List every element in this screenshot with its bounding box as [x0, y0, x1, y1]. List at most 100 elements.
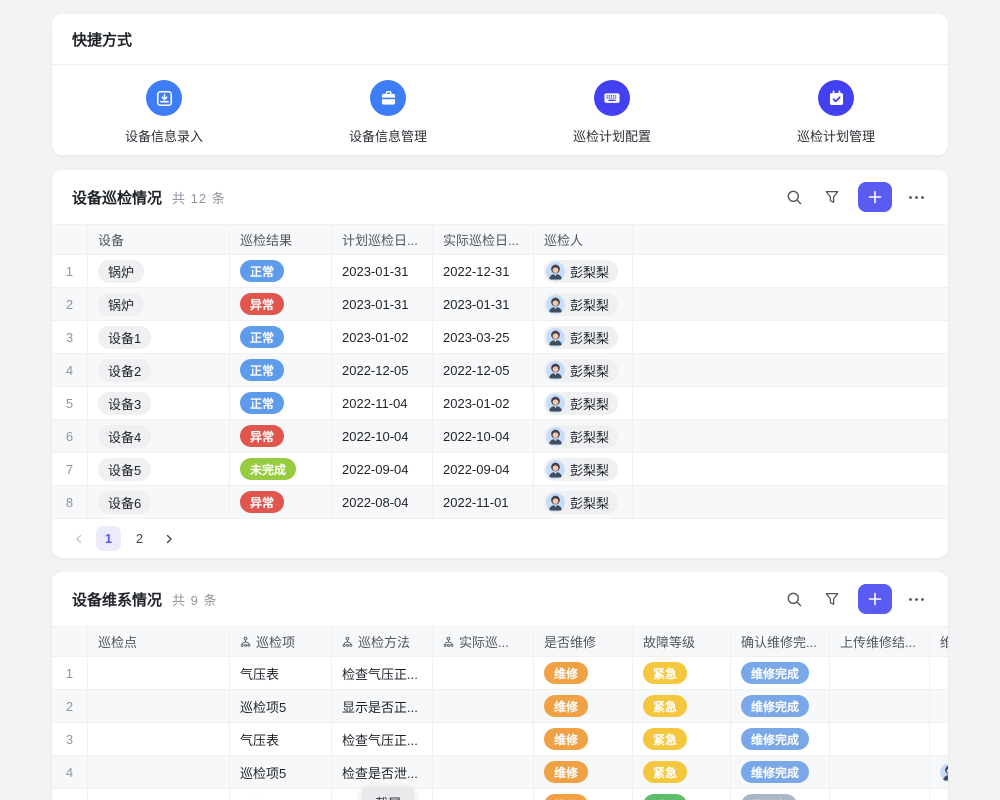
header-column[interactable]: 确认维修完...: [731, 627, 830, 656]
device-cell[interactable]: 设备2: [88, 354, 230, 386]
table-row[interactable]: 2 锅炉 异常 2023-01-31 2023-01-31 彭梨梨: [52, 288, 948, 321]
confirm-cell[interactable]: 维修完成: [731, 723, 830, 755]
inspector-cell[interactable]: 彭梨梨: [534, 321, 633, 353]
actual-date-cell[interactable]: 2022-09-04: [433, 453, 534, 485]
table-row[interactable]: 4 巡检项5 检查是否泄... 维修 紧急 维修完成: [52, 756, 948, 789]
level-cell[interactable]: 紧急: [633, 657, 731, 689]
actual-date-cell[interactable]: 2023-03-25: [433, 321, 534, 353]
search-icon[interactable]: [780, 183, 808, 211]
level-cell[interactable]: 紧急: [633, 756, 731, 788]
device-cell[interactable]: 设备1: [88, 321, 230, 353]
table-row[interactable]: 6 设备4 异常 2022-10-04 2022-10-04 彭梨梨: [52, 420, 948, 453]
more-icon[interactable]: [902, 183, 930, 211]
assignee-cell[interactable]: [930, 789, 948, 800]
table-row[interactable]: 1 锅炉 正常 2023-01-31 2022-12-31 彭梨梨: [52, 255, 948, 288]
table-row[interactable]: 2 巡检项5 显示是否正... 维修 紧急 维修完成: [52, 690, 948, 723]
add-record-button[interactable]: [858, 182, 892, 212]
assignee-cell[interactable]: [930, 690, 948, 722]
repair-cell[interactable]: 维修: [534, 723, 633, 755]
inspector-cell[interactable]: 彭梨梨: [534, 354, 633, 386]
point-cell[interactable]: [88, 723, 230, 755]
result-cell[interactable]: 异常: [230, 288, 332, 320]
table-row[interactable]: 1 气压表 检查气压正... 维修 紧急 维修完成: [52, 657, 948, 690]
item-cell[interactable]: 巡检项5: [230, 756, 332, 788]
header-device[interactable]: 设备: [88, 225, 230, 254]
header-column[interactable]: 故障等级: [633, 627, 731, 656]
header-result[interactable]: 巡检结果: [230, 225, 332, 254]
planned-date-cell[interactable]: 2023-01-31: [332, 255, 433, 287]
actual-cell[interactable]: [433, 690, 534, 722]
header-planned-date[interactable]: 计划巡检日...: [332, 225, 433, 254]
add-record-button[interactable]: [858, 584, 892, 614]
assignee-cell[interactable]: [930, 657, 948, 689]
level-cell[interactable]: 重要: [633, 789, 731, 800]
actual-date-cell[interactable]: 2022-11-01: [433, 486, 534, 518]
confirm-cell[interactable]: 维修完成: [731, 690, 830, 722]
result-cell[interactable]: 异常: [230, 486, 332, 518]
filter-icon[interactable]: [818, 585, 846, 613]
device-cell[interactable]: 设备6: [88, 486, 230, 518]
repair-cell[interactable]: 维修: [534, 789, 633, 800]
upload-cell[interactable]: [830, 657, 930, 689]
confirm-cell[interactable]: 维修完成: [731, 756, 830, 788]
device-cell[interactable]: 设备3: [88, 387, 230, 419]
actual-cell[interactable]: [433, 657, 534, 689]
level-cell[interactable]: 紧急: [633, 723, 731, 755]
actual-date-cell[interactable]: 2022-12-31: [433, 255, 534, 287]
shortcut-plan-manage[interactable]: 巡检计划管理: [724, 65, 948, 145]
device-cell[interactable]: 设备4: [88, 420, 230, 452]
inspector-cell[interactable]: 彭梨梨: [534, 420, 633, 452]
item-cell[interactable]: 巡检项5: [230, 789, 332, 800]
point-cell[interactable]: [88, 756, 230, 788]
header-column[interactable]: 上传维修结...: [830, 627, 930, 656]
actual-cell[interactable]: [433, 789, 534, 800]
shortcut-device-manage[interactable]: 设备信息管理: [276, 65, 500, 145]
planned-date-cell[interactable]: 2022-11-04: [332, 387, 433, 419]
table-row[interactable]: 5 巡检项5 显示是否正... 维修 重要 维修中: [52, 789, 948, 800]
inspector-cell[interactable]: 彭梨梨: [534, 288, 633, 320]
assignee-cell[interactable]: [930, 756, 948, 788]
actual-cell[interactable]: [433, 723, 534, 755]
upload-cell[interactable]: [830, 756, 930, 788]
table-row[interactable]: 8 设备6 异常 2022-08-04 2022-11-01 彭梨梨: [52, 486, 948, 519]
device-cell[interactable]: 锅炉: [88, 255, 230, 287]
actual-date-cell[interactable]: 2023-01-02: [433, 387, 534, 419]
inspector-cell[interactable]: 彭梨梨: [534, 387, 633, 419]
device-cell[interactable]: 设备5: [88, 453, 230, 485]
confirm-cell[interactable]: 维修完成: [731, 657, 830, 689]
point-cell[interactable]: [88, 657, 230, 689]
planned-date-cell[interactable]: 2022-12-05: [332, 354, 433, 386]
planned-date-cell[interactable]: 2022-10-04: [332, 420, 433, 452]
inspector-cell[interactable]: 彭梨梨: [534, 486, 633, 518]
shortcut-plan-config[interactable]: 巡检计划配置: [500, 65, 724, 145]
header-column[interactable]: 维: [930, 627, 948, 656]
result-cell[interactable]: 正常: [230, 255, 332, 287]
level-cell[interactable]: 紧急: [633, 690, 731, 722]
planned-date-cell[interactable]: 2023-01-31: [332, 288, 433, 320]
shortcut-device-entry[interactable]: 设备信息录入: [52, 65, 276, 145]
header-actual-date[interactable]: 实际巡检日...: [433, 225, 534, 254]
result-cell[interactable]: 正常: [230, 354, 332, 386]
page-button-2[interactable]: 2: [127, 526, 152, 551]
point-cell[interactable]: [88, 789, 230, 800]
point-cell[interactable]: [88, 690, 230, 722]
search-icon[interactable]: [780, 585, 808, 613]
page-button-1[interactable]: 1: [96, 526, 121, 551]
inspector-cell[interactable]: 彭梨梨: [534, 255, 633, 287]
table-row[interactable]: 4 设备2 正常 2022-12-05 2022-12-05 彭梨梨: [52, 354, 948, 387]
table-row[interactable]: 3 气压表 检查气压正... 维修 紧急 维修完成: [52, 723, 948, 756]
actual-cell[interactable]: [433, 756, 534, 788]
header-column[interactable]: 巡检方法: [332, 627, 433, 656]
item-cell[interactable]: 气压表: [230, 657, 332, 689]
method-cell[interactable]: 显示是否正...: [332, 690, 433, 722]
next-page-icon[interactable]: [158, 528, 180, 550]
header-column[interactable]: 是否维修: [534, 627, 633, 656]
actual-date-cell[interactable]: 2023-01-31: [433, 288, 534, 320]
repair-cell[interactable]: 维修: [534, 657, 633, 689]
planned-date-cell[interactable]: 2023-01-02: [332, 321, 433, 353]
planned-date-cell[interactable]: 2022-08-04: [332, 486, 433, 518]
prev-page-icon[interactable]: [68, 528, 90, 550]
header-inspector[interactable]: 巡检人: [534, 225, 633, 254]
header-column[interactable]: 巡检项: [230, 627, 332, 656]
method-cell[interactable]: 检查是否泄...: [332, 756, 433, 788]
